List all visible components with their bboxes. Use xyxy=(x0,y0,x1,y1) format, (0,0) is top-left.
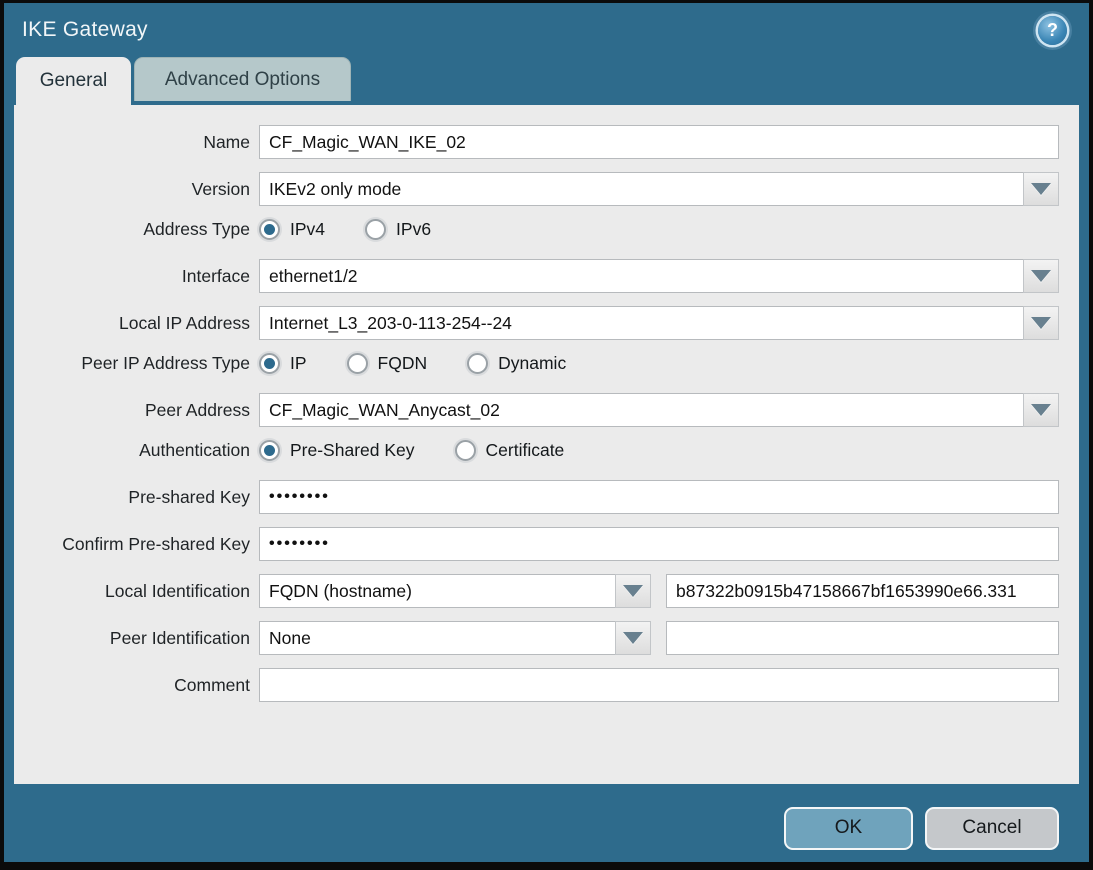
authentication-label: Authentication xyxy=(14,440,259,461)
dialog-title: IKE Gateway xyxy=(22,18,148,42)
radio-icon[interactable] xyxy=(467,353,488,374)
version-dropdown-button[interactable] xyxy=(1023,172,1059,206)
peer-address-row: Peer Address xyxy=(14,393,1059,427)
local-identification-dropdown-button[interactable] xyxy=(615,574,651,608)
name-row: Name xyxy=(14,125,1059,159)
radio-label: IPv6 xyxy=(386,219,431,240)
radio-label: FQDN xyxy=(368,353,428,374)
authentication-row: Authentication Pre-Shared Key Certificat… xyxy=(14,440,1059,461)
interface-input[interactable] xyxy=(259,259,1023,293)
tab-bar: General Advanced Options xyxy=(4,57,1089,105)
radio-option-certificate[interactable]: Certificate xyxy=(455,440,565,461)
chevron-down-icon xyxy=(1031,404,1051,416)
radio-option-dynamic[interactable]: Dynamic xyxy=(467,353,566,374)
tab-general[interactable]: General xyxy=(16,57,131,105)
radio-option-ip[interactable]: IP xyxy=(259,353,307,374)
name-input[interactable] xyxy=(259,125,1059,159)
chevron-down-icon xyxy=(623,632,643,644)
address-type-label: Address Type xyxy=(14,219,259,240)
radio-label: Dynamic xyxy=(488,353,566,374)
radio-icon[interactable] xyxy=(455,440,476,461)
peer-ip-type-row: Peer IP Address Type IP FQDN Dynamic xyxy=(14,353,1059,374)
preshared-key-input[interactable] xyxy=(259,480,1059,514)
chevron-down-icon xyxy=(1031,317,1051,329)
preshared-key-row: Pre-shared Key xyxy=(14,480,1059,514)
confirm-preshared-key-input[interactable] xyxy=(259,527,1059,561)
version-input[interactable] xyxy=(259,172,1023,206)
version-label: Version xyxy=(14,179,259,200)
radio-label: IP xyxy=(280,353,307,374)
interface-label: Interface xyxy=(14,266,259,287)
confirm-preshared-key-label: Confirm Pre-shared Key xyxy=(14,534,259,555)
radio-option-fqdn[interactable]: FQDN xyxy=(347,353,428,374)
interface-dropdown-button[interactable] xyxy=(1023,259,1059,293)
radio-icon[interactable] xyxy=(259,219,280,240)
help-icon[interactable]: ? xyxy=(1038,16,1067,45)
interface-row: Interface xyxy=(14,259,1059,293)
peer-address-dropdown-button[interactable] xyxy=(1023,393,1059,427)
address-type-row: Address Type IPv4 IPv6 xyxy=(14,219,1059,240)
tab-advanced-options[interactable]: Advanced Options xyxy=(134,57,351,101)
local-identification-value-input[interactable] xyxy=(666,574,1059,608)
cancel-button[interactable]: Cancel xyxy=(925,807,1059,850)
peer-address-label: Peer Address xyxy=(14,400,259,421)
radio-icon[interactable] xyxy=(365,219,386,240)
radio-option-ipv4[interactable]: IPv4 xyxy=(259,219,325,240)
local-ip-label: Local IP Address xyxy=(14,313,259,334)
radio-icon[interactable] xyxy=(259,353,280,374)
radio-icon[interactable] xyxy=(259,440,280,461)
comment-label: Comment xyxy=(14,675,259,696)
local-ip-row: Local IP Address xyxy=(14,306,1059,340)
ok-button[interactable]: OK xyxy=(784,807,913,850)
peer-identification-value-input[interactable] xyxy=(666,621,1059,655)
radio-label: Pre-Shared Key xyxy=(280,440,415,461)
chevron-down-icon xyxy=(1031,270,1051,282)
version-row: Version xyxy=(14,172,1059,206)
local-identification-type-select[interactable] xyxy=(259,574,615,608)
chevron-down-icon xyxy=(1031,183,1051,195)
local-identification-row: Local Identification xyxy=(14,574,1059,608)
radio-label: Certificate xyxy=(476,440,565,461)
peer-identification-row: Peer Identification xyxy=(14,621,1059,655)
comment-row: Comment xyxy=(14,668,1059,702)
peer-address-input[interactable] xyxy=(259,393,1023,427)
ike-gateway-dialog: IKE Gateway ? General Advanced Options N… xyxy=(0,0,1093,870)
radio-option-ipv6[interactable]: IPv6 xyxy=(365,219,431,240)
radio-option-preshared-key[interactable]: Pre-Shared Key xyxy=(259,440,415,461)
confirm-preshared-key-row: Confirm Pre-shared Key xyxy=(14,527,1059,561)
preshared-key-label: Pre-shared Key xyxy=(14,487,259,508)
title-bar: IKE Gateway ? xyxy=(4,3,1089,57)
local-identification-label: Local Identification xyxy=(14,581,259,602)
chevron-down-icon xyxy=(623,585,643,597)
local-ip-dropdown-button[interactable] xyxy=(1023,306,1059,340)
dialog-footer: OK Cancel xyxy=(4,794,1089,862)
comment-input[interactable] xyxy=(259,668,1059,702)
peer-identification-label: Peer Identification xyxy=(14,628,259,649)
general-tab-panel: Name Version Address Type xyxy=(14,105,1079,784)
name-label: Name xyxy=(14,132,259,153)
peer-identification-type-select[interactable] xyxy=(259,621,615,655)
local-ip-input[interactable] xyxy=(259,306,1023,340)
peer-identification-dropdown-button[interactable] xyxy=(615,621,651,655)
radio-label: IPv4 xyxy=(280,219,325,240)
peer-ip-type-label: Peer IP Address Type xyxy=(14,353,259,374)
radio-icon[interactable] xyxy=(347,353,368,374)
